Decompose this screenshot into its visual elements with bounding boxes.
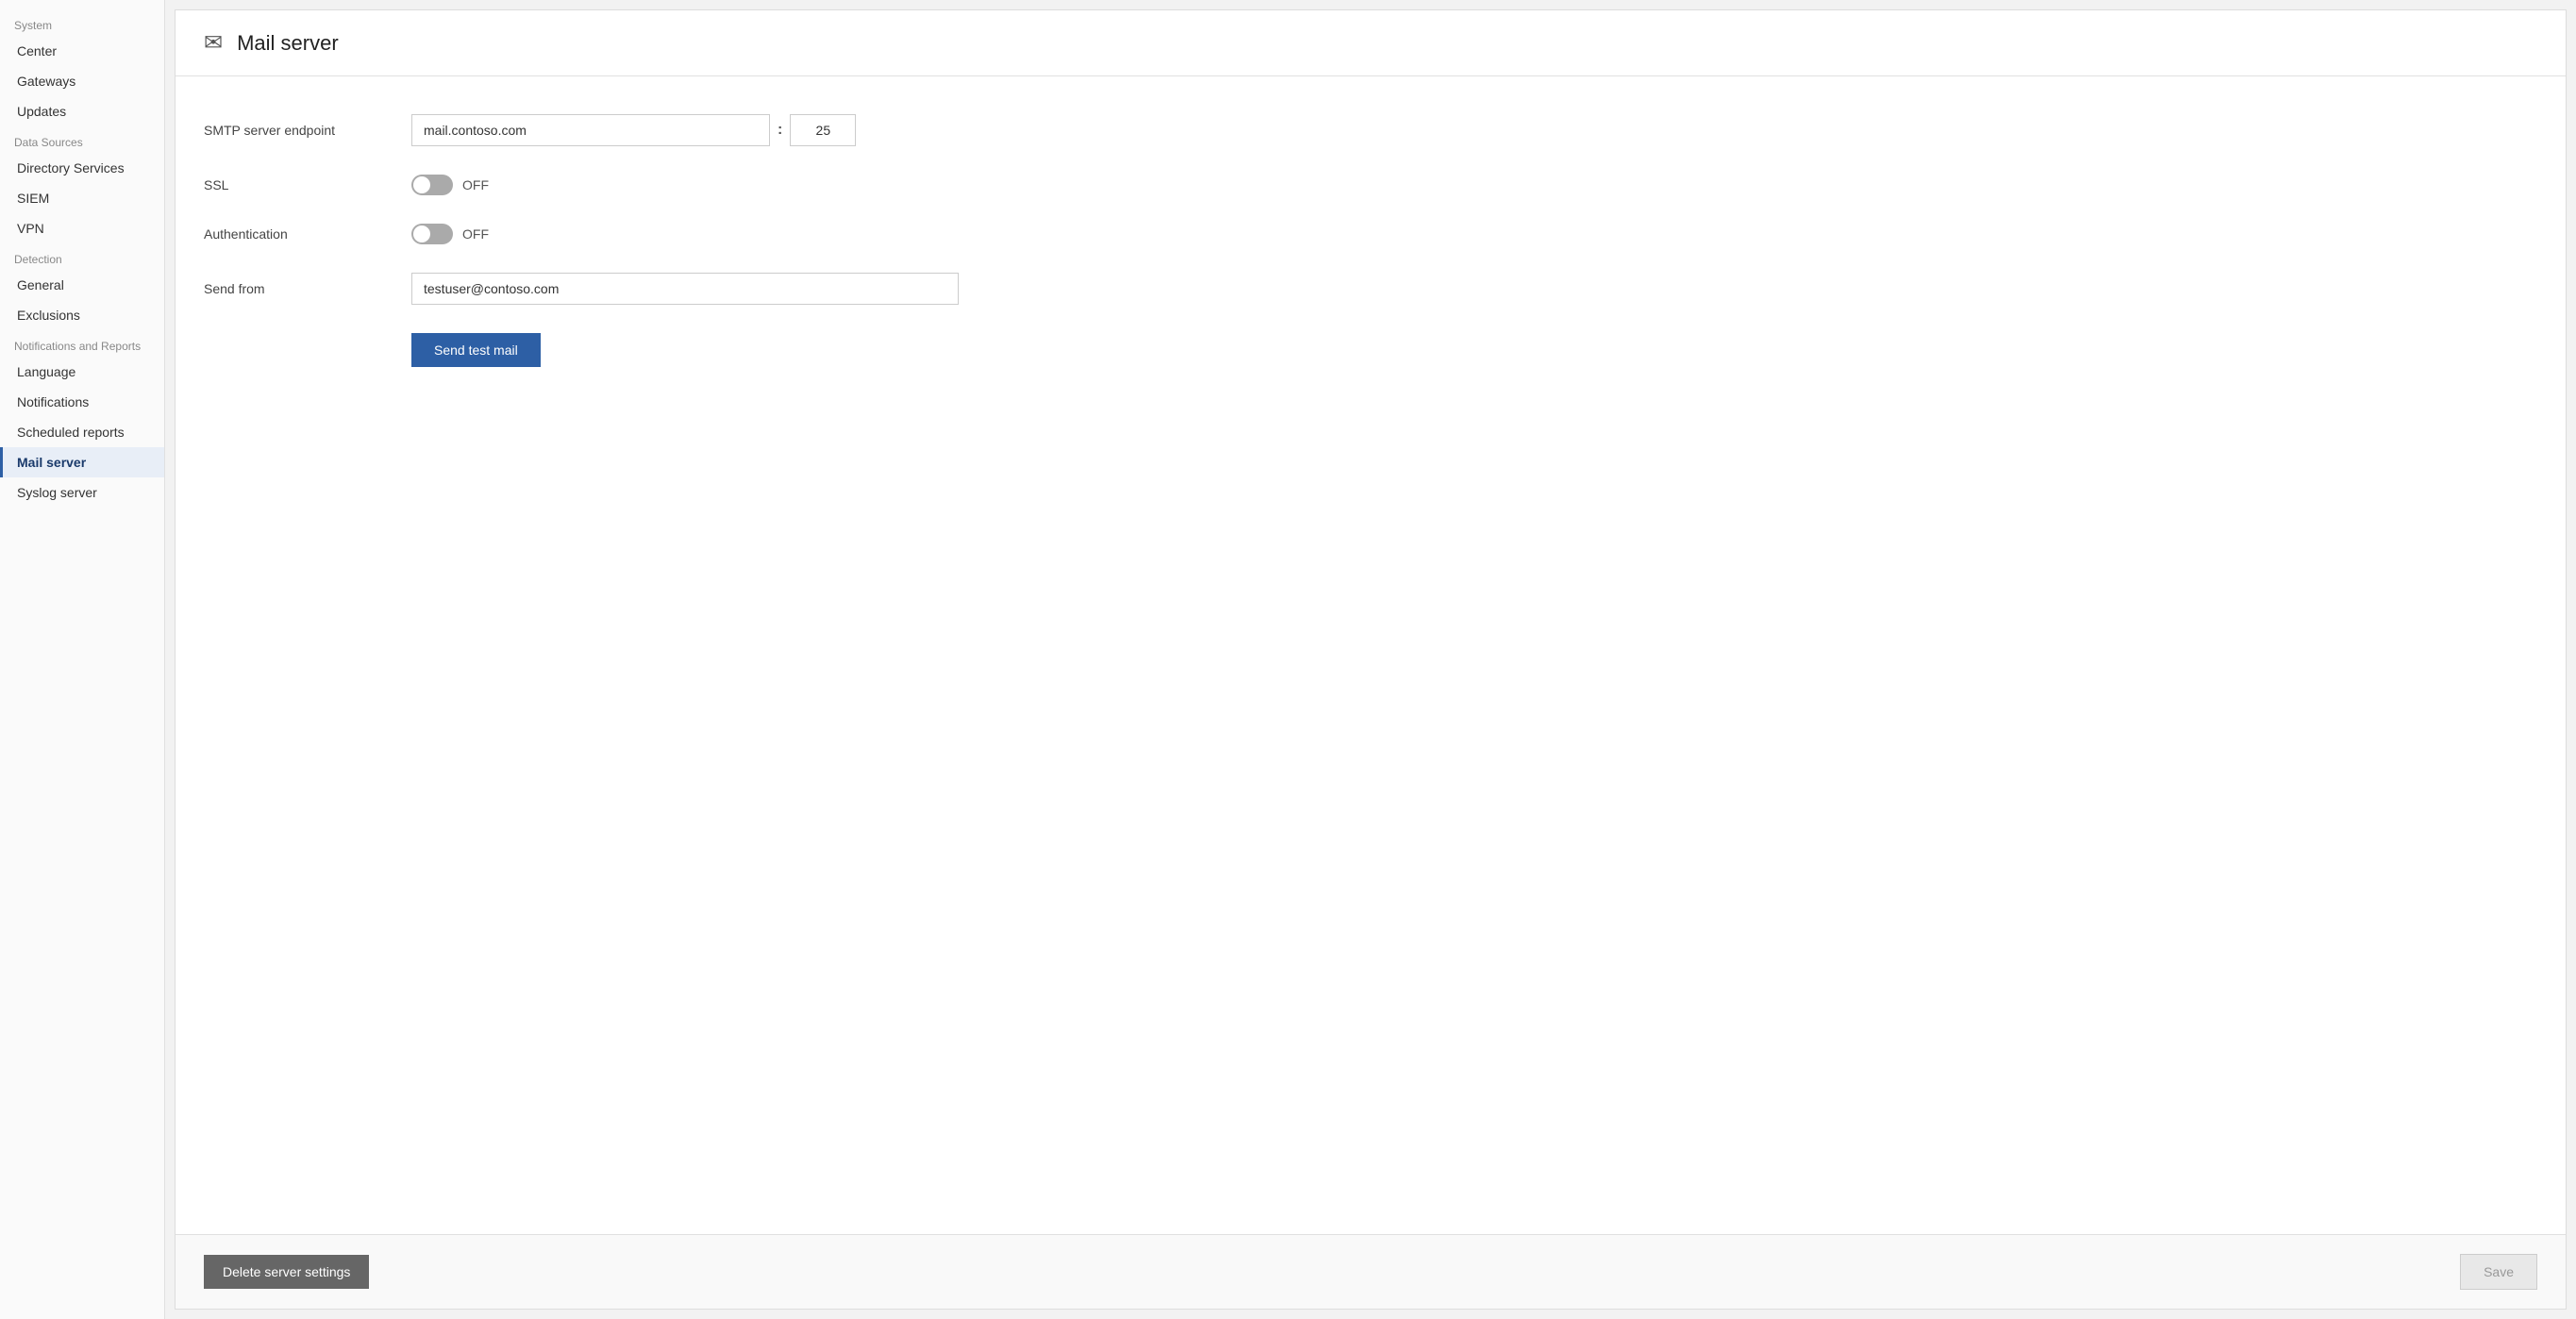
sidebar-item-general[interactable]: General [0,270,164,300]
sidebar-section-detection: Detection [0,243,164,270]
ssl-toggle[interactable] [411,175,453,195]
sidebar-item-language[interactable]: Language [0,357,164,387]
ssl-state-label: OFF [462,177,489,192]
auth-label: Authentication [204,226,411,242]
sidebar-item-directory-services[interactable]: Directory Services [0,153,164,183]
port-input[interactable] [790,114,856,146]
sidebar-item-siem[interactable]: SIEM [0,183,164,213]
save-button[interactable]: Save [2460,1254,2537,1290]
ssl-label: SSL [204,177,411,192]
mail-server-icon: ✉ [204,29,223,57]
smtp-control-group: : [411,114,856,146]
sidebar-item-updates[interactable]: Updates [0,96,164,126]
smtp-row: SMTP server endpoint : [204,114,2537,146]
send-from-input[interactable] [411,273,959,305]
ssl-toggle-wrapper: OFF [411,175,489,195]
smtp-input[interactable] [411,114,770,146]
page-header: ✉ Mail server [176,10,2566,76]
auth-slider [411,224,453,244]
send-from-row: Send from [204,273,2537,305]
form-area: SMTP server endpoint : SSL OFF [176,76,2566,1234]
ssl-row: SSL OFF [204,175,2537,195]
sidebar-item-center[interactable]: Center [0,36,164,66]
auth-toggle-wrapper: OFF [411,224,489,244]
page-panel: ✉ Mail server SMTP server endpoint : SSL [175,9,2567,1310]
ssl-slider [411,175,453,195]
sidebar-item-syslog-server[interactable]: Syslog server [0,477,164,508]
sidebar-section-data-sources: Data Sources [0,126,164,153]
auth-row: Authentication OFF [204,224,2537,244]
sidebar-item-mail-server[interactable]: Mail server [0,447,164,477]
action-bar: Delete server settings Save [176,1234,2566,1309]
sidebar: System Center Gateways Updates Data Sour… [0,0,165,1319]
page-title: Mail server [237,31,339,56]
delete-server-settings-button[interactable]: Delete server settings [204,1255,369,1289]
sidebar-item-scheduled-reports[interactable]: Scheduled reports [0,417,164,447]
send-test-mail-button[interactable]: Send test mail [411,333,541,367]
main-content: ✉ Mail server SMTP server endpoint : SSL [165,0,2576,1319]
sidebar-item-vpn[interactable]: VPN [0,213,164,243]
smtp-label: SMTP server endpoint [204,123,411,138]
auth-state-label: OFF [462,226,489,242]
sidebar-item-gateways[interactable]: Gateways [0,66,164,96]
send-test-row: Send test mail [204,333,2537,367]
sidebar-item-notifications[interactable]: Notifications [0,387,164,417]
sidebar-item-exclusions[interactable]: Exclusions [0,300,164,330]
sidebar-section-notifications-reports: Notifications and Reports [0,330,164,357]
sidebar-section-system: System [0,9,164,36]
colon-separator: : [778,122,782,139]
auth-toggle[interactable] [411,224,453,244]
send-from-label: Send from [204,281,411,296]
